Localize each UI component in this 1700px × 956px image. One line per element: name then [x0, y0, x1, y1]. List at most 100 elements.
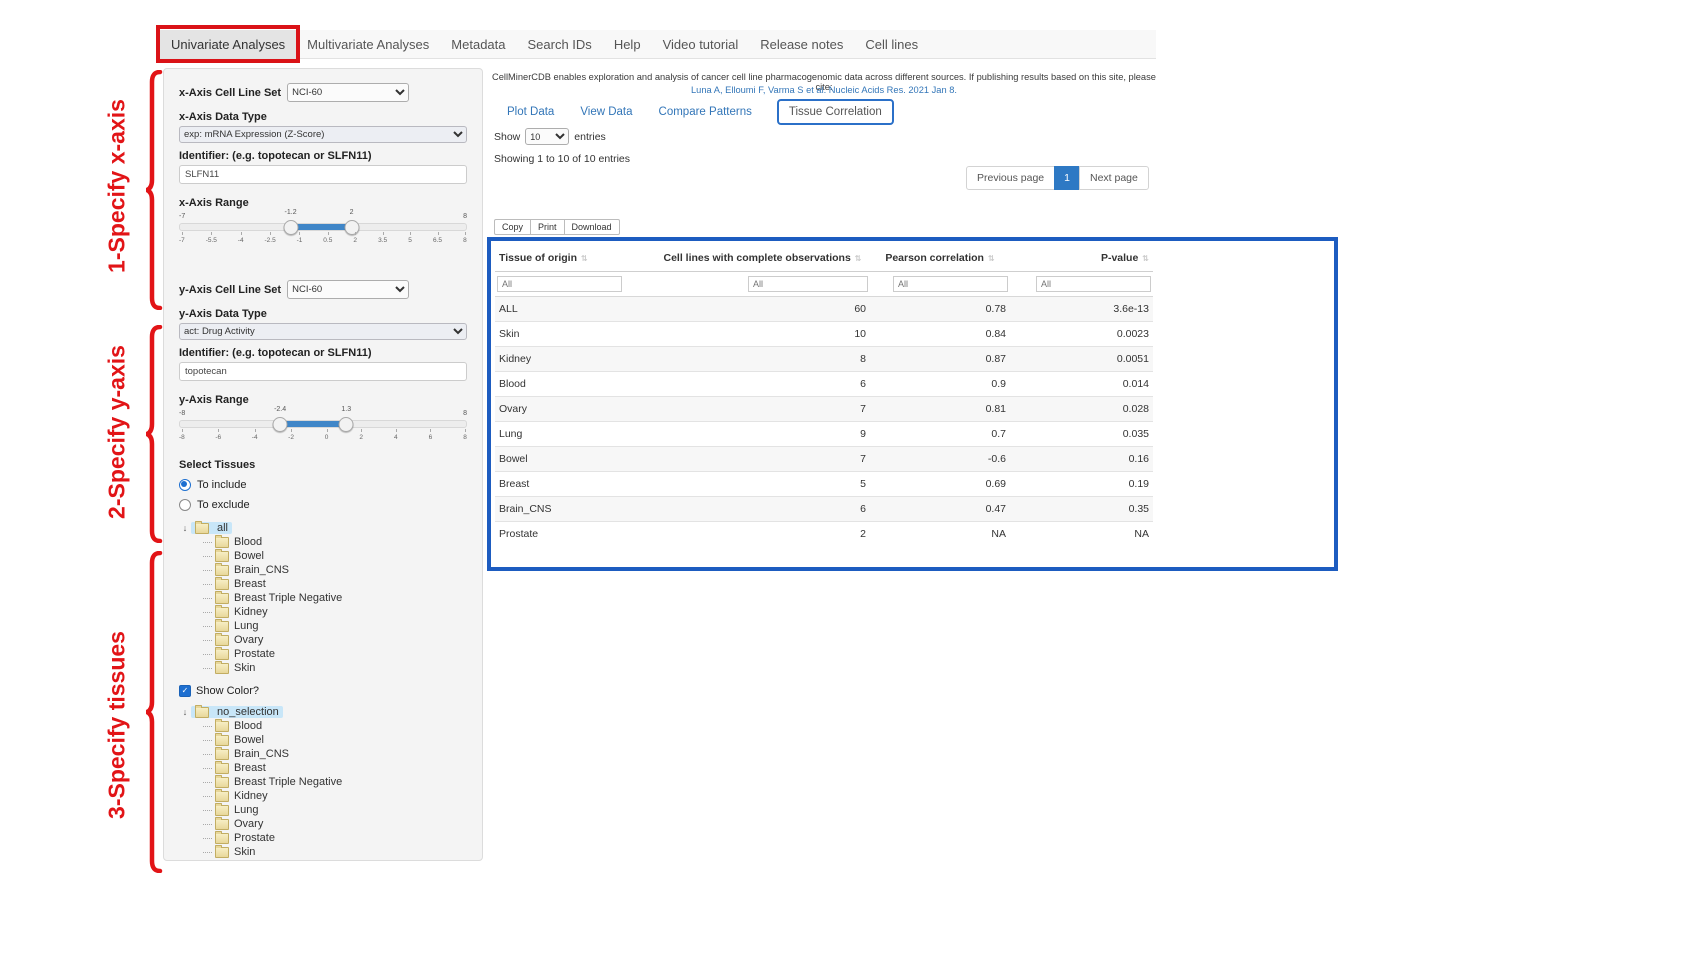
table-row-blood: Blood60.90.014 — [495, 372, 1153, 397]
tick-label: 8 — [463, 429, 467, 441]
filter-input-pearson-correlation[interactable] — [893, 276, 1008, 292]
nav-tab-release-notes[interactable]: Release notes — [749, 30, 854, 58]
tree2-item-prostate[interactable]: Prostate — [179, 831, 467, 845]
sort-icon[interactable]: ⇅ — [855, 254, 862, 263]
nav-tab-univariate-analyses[interactable]: Univariate Analyses — [160, 30, 296, 58]
sort-icon[interactable]: ⇅ — [988, 254, 995, 263]
print-button[interactable]: Print — [530, 219, 565, 235]
tree-expand-icon[interactable]: ↓ — [179, 523, 191, 533]
page-1-button[interactable]: 1 — [1054, 166, 1080, 190]
tree-item-label: Lung — [234, 620, 258, 632]
tree2-item-blood[interactable]: Blood — [179, 719, 467, 733]
x-data-type-select[interactable]: exp: mRNA Expression (Z-Score) — [179, 126, 467, 143]
nav-tab-multivariate-analyses[interactable]: Multivariate Analyses — [296, 30, 440, 58]
tree1-item-prostate[interactable]: Prostate — [179, 647, 467, 661]
tree1-item-lung[interactable]: Lung — [179, 619, 467, 633]
tree-item-label: Kidney — [234, 790, 268, 802]
nav-tab-metadata[interactable]: Metadata — [440, 30, 516, 58]
tree1-root-row: ↓all — [179, 521, 467, 535]
tree2-item-kidney[interactable]: Kidney — [179, 789, 467, 803]
tree2-item-ovary[interactable]: Ovary — [179, 817, 467, 831]
citation-link[interactable]: Luna A, Elloumi F, Varma S et al. Nuclei… — [691, 85, 957, 95]
tree1-item-blood[interactable]: Blood — [179, 535, 467, 549]
y-data-type-select[interactable]: act: Drug Activity — [179, 323, 467, 340]
y-identifier-input[interactable] — [179, 362, 467, 381]
checkbox-checked-icon[interactable]: ✓ — [179, 685, 191, 697]
previous-page-button[interactable]: Previous page — [966, 166, 1055, 190]
tree-connector-icon — [203, 584, 212, 585]
x-identifier-label: Identifier: (e.g. topotecan or SLFN11) — [179, 150, 467, 162]
cell: Breast — [495, 472, 655, 497]
next-page-button[interactable]: Next page — [1079, 166, 1149, 190]
cell: 10 — [655, 322, 870, 347]
tree1-item-breast-triple-negative[interactable]: Breast Triple Negative — [179, 591, 467, 605]
tree2-children: BloodBowelBrain_CNSBreastBreast Triple N… — [179, 719, 467, 859]
tree-connector-icon — [203, 726, 212, 727]
x-slider-selected-range — [291, 224, 352, 230]
tree2-item-brain-cns[interactable]: Brain_CNS — [179, 747, 467, 761]
x-axis-range-slider[interactable]: -7 8 -1.2 2 -7-5.5-4-2.5-10.523.556.58 — [179, 213, 467, 244]
column-header-tissue-of-origin[interactable]: Tissue of origin⇅ — [495, 245, 655, 272]
tree2-root-no-selection[interactable]: no_selection — [191, 706, 283, 718]
folder-icon — [215, 663, 229, 674]
column-label: P-value — [1101, 252, 1138, 264]
column-header-p-value[interactable]: P-value ⇅ — [1010, 245, 1153, 272]
tree1-item-kidney[interactable]: Kidney — [179, 605, 467, 619]
tree-item-label: Bowel — [234, 734, 264, 746]
tab-tissue-correlation[interactable]: Tissue Correlation — [777, 99, 894, 125]
nav-tab-cell-lines[interactable]: Cell lines — [854, 30, 929, 58]
tree-connector-icon — [203, 810, 212, 811]
tab-plot-data[interactable]: Plot Data — [494, 106, 567, 118]
copy-button[interactable]: Copy — [494, 219, 531, 235]
filter-input-cell-lines-with-complete-observations[interactable] — [748, 276, 868, 292]
radio-option-to-exclude[interactable]: To exclude — [179, 499, 467, 511]
tree1-item-brain-cns[interactable]: Brain_CNS — [179, 563, 467, 577]
show-color-checkbox-row[interactable]: ✓ Show Color? — [179, 685, 467, 697]
y-slider-handle-high[interactable]: 1.3 — [339, 417, 354, 432]
y-slider-handle-low[interactable]: -2.4 — [273, 417, 288, 432]
tree2-item-skin[interactable]: Skin — [179, 845, 467, 859]
column-header-pearson-correlation[interactable]: Pearson correlation⇅ — [870, 245, 1010, 272]
filter-input-tissue-of-origin[interactable] — [497, 276, 622, 292]
folder-icon — [215, 607, 229, 618]
filter-input-p-value[interactable] — [1036, 276, 1151, 292]
cell: Bowel — [495, 447, 655, 472]
annotation-label-specify-y-axis: 2-Specify y-axis — [104, 345, 131, 519]
y-cell-line-set-select[interactable]: NCI-60 — [287, 280, 409, 299]
tree1-item-ovary[interactable]: Ovary — [179, 633, 467, 647]
nav-tab-search-ids[interactable]: Search IDs — [517, 30, 603, 58]
cell: 0.16 — [1010, 447, 1153, 472]
sort-icon[interactable]: ⇅ — [581, 254, 588, 263]
tick-label: 5 — [408, 232, 412, 244]
tree-expand-icon[interactable]: ↓ — [179, 707, 191, 717]
tree2-item-bowel[interactable]: Bowel — [179, 733, 467, 747]
column-header-cell-lines-with-complete-observations[interactable]: Cell lines with complete observations⇅ — [655, 245, 870, 272]
download-button[interactable]: Download — [564, 219, 620, 235]
nav-tab-video-tutorial[interactable]: Video tutorial — [652, 30, 750, 58]
tree2-item-breast[interactable]: Breast — [179, 761, 467, 775]
x-range-title: x-Axis Range — [179, 197, 467, 209]
y-slider-track[interactable]: -2.4 1.3 — [179, 420, 467, 428]
tree1-item-skin[interactable]: Skin — [179, 661, 467, 675]
x-cell-line-set-select[interactable]: NCI-60 — [287, 83, 409, 102]
sort-icon[interactable]: ⇅ — [1142, 254, 1149, 263]
tree2-item-breast-triple-negative[interactable]: Breast Triple Negative — [179, 775, 467, 789]
nav-tab-help[interactable]: Help — [603, 30, 652, 58]
tab-view-data[interactable]: View Data — [567, 106, 645, 118]
x-slider-track[interactable]: -1.2 2 — [179, 223, 467, 231]
cell: 0.9 — [870, 372, 1010, 397]
radio-option-to-include[interactable]: To include — [179, 479, 467, 491]
x-identifier-input[interactable] — [179, 165, 467, 184]
y-axis-range-slider[interactable]: -8 8 -2.4 1.3 -8-6-4-202468 — [179, 410, 467, 441]
table-row-prostate: Prostate2NANA — [495, 522, 1153, 547]
cell: 0.78 — [870, 297, 1010, 322]
tree1-item-bowel[interactable]: Bowel — [179, 549, 467, 563]
filter-cell — [1010, 272, 1153, 297]
tab-compare-patterns[interactable]: Compare Patterns — [646, 106, 765, 118]
tree1-root-all[interactable]: all — [191, 522, 232, 534]
cell: Brain_CNS — [495, 497, 655, 522]
show-entries-select[interactable]: 10 — [525, 128, 569, 145]
tree2-item-lung[interactable]: Lung — [179, 803, 467, 817]
tree1-item-breast[interactable]: Breast — [179, 577, 467, 591]
tree-item-label: Blood — [234, 536, 262, 548]
